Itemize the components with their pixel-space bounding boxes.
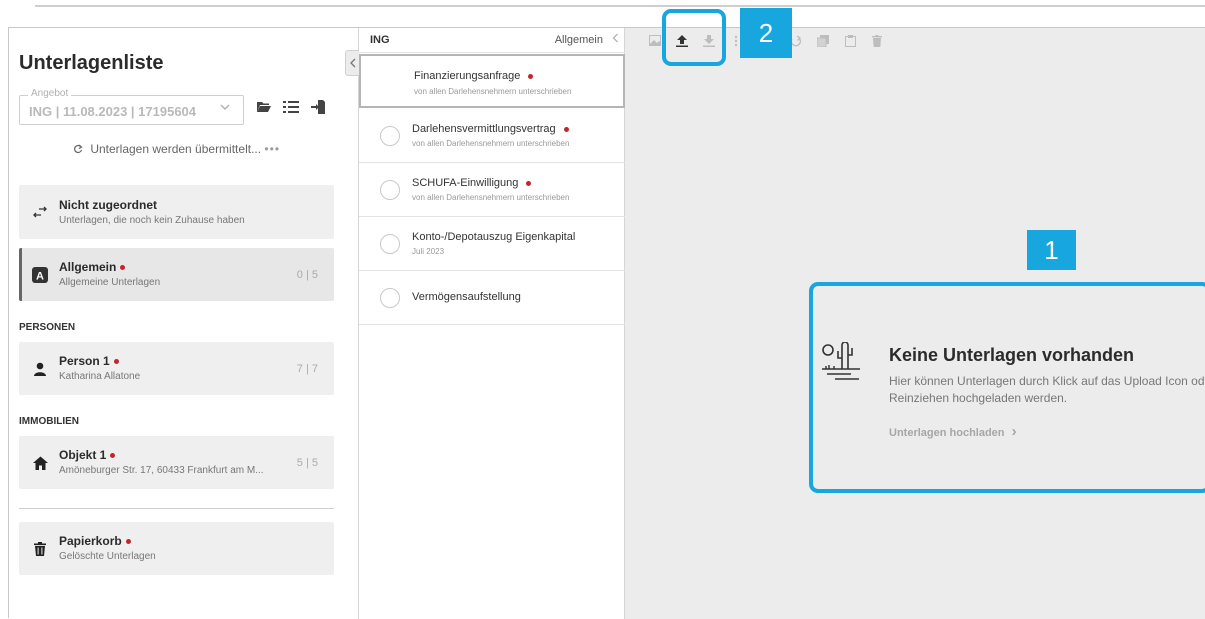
person-icon — [31, 360, 49, 378]
required-dot — [563, 126, 569, 132]
document-title: Finanzierungsanfrage — [414, 70, 534, 82]
top-divider — [35, 5, 1205, 7]
required-dot — [120, 265, 126, 271]
sidebar-item-title: Objekt 1 — [59, 448, 116, 462]
document-title: Vermögensaufstellung — [412, 291, 521, 303]
document-title: SCHUFA-Einwilligung — [412, 177, 532, 189]
sidebar-item-subtitle: Unterlagen, die noch kein Zuhause haben — [59, 215, 245, 226]
document-list: ING Allgemein Finanzierungsanfrage von a… — [359, 28, 625, 619]
sidebar-item-label: Person 1 — [59, 354, 110, 368]
sidebar-item-trash[interactable]: Papierkorb Gelöschte Unterlagen — [19, 522, 334, 575]
annotation-badge-1: 1 — [1027, 230, 1076, 270]
document-title: Konto-/Depotauszug Eigenkapital — [412, 231, 576, 243]
annotation-badge-2: 2 — [740, 8, 792, 58]
letter-a-icon: A — [31, 266, 49, 284]
offer-select-label: Angebot — [28, 88, 72, 99]
sidebar-item-subtitle: Katharina Allatone — [59, 371, 141, 382]
sidebar-item-unassigned[interactable]: Nicht zugeordnet Unterlagen, die noch ke… — [19, 185, 334, 239]
bank-name: ING — [370, 34, 390, 46]
collapse-list-button[interactable] — [612, 33, 619, 46]
upload-status: Unterlagen werden übermittelt... ••• — [9, 142, 344, 157]
sidebar-item-subtitle: Allgemeine Unterlagen — [59, 277, 161, 288]
export-document-icon[interactable] — [309, 98, 327, 116]
section-label-persons: PERSONEN — [19, 322, 76, 333]
document-list-header: ING Allgemein — [359, 28, 625, 53]
offer-actions — [255, 98, 327, 116]
document-checkbox[interactable] — [380, 179, 400, 200]
document-title-text: Finanzierungsanfrage — [414, 70, 521, 82]
sidebar-item-subtitle: Amöneburger Str. 17, 60433 Frankfurt am … — [59, 465, 264, 476]
sidebar-item-label: Papierkorb — [59, 534, 122, 548]
required-dot — [113, 359, 119, 365]
home-icon — [31, 454, 49, 472]
sidebar-item-title: Papierkorb — [59, 534, 131, 548]
document-item[interactable]: Vermögensaufstellung — [359, 271, 625, 325]
required-dot — [526, 180, 532, 186]
chevron-down-icon — [219, 100, 231, 116]
annotation-highlight-empty-state — [809, 282, 1205, 493]
chevron-left-icon — [612, 33, 618, 43]
list-icon[interactable] — [282, 98, 300, 116]
chevron-left-icon — [349, 58, 355, 68]
sidebar-item-subtitle: Gelöschte Unterlagen — [59, 551, 156, 562]
clipboard-icon[interactable] — [842, 33, 858, 49]
offer-select[interactable]: Angebot ING | 11.08.2023 | 17195604 — [19, 88, 244, 125]
collapse-sidebar-button[interactable] — [345, 50, 359, 76]
document-title-text: SCHUFA-Einwilligung — [412, 177, 519, 189]
copy-icon[interactable] — [815, 33, 831, 49]
document-subtitle: von allen Darlehensnehmern unterschriebe… — [412, 139, 570, 148]
document-checkbox[interactable] — [380, 233, 400, 254]
document-count: 7 | 7 — [296, 362, 318, 375]
sidebar-item-person[interactable]: Person 1 Katharina Allatone 7 | 7 — [19, 342, 334, 395]
swap-arrows-icon — [31, 203, 49, 221]
required-dot — [528, 73, 534, 79]
document-item[interactable]: Konto-/Depotauszug Eigenkapital Juli 202… — [359, 217, 625, 271]
document-checkbox[interactable] — [380, 287, 400, 308]
sidebar-item-general[interactable]: A Allgemein Allgemeine Unterlagen 0 | 5 — [19, 248, 334, 301]
document-count: 5 | 5 — [296, 456, 318, 469]
sidebar-item-label: Objekt 1 — [59, 448, 107, 462]
loading-dots: ••• — [264, 142, 281, 156]
sync-icon — [73, 143, 83, 157]
image-icon[interactable] — [647, 33, 663, 49]
document-checkbox[interactable] — [380, 125, 400, 146]
offer-select-value: ING | 11.08.2023 | 17195604 — [29, 104, 197, 119]
required-dot — [125, 539, 131, 545]
folder-open-icon[interactable] — [255, 98, 273, 116]
annotation-highlight-upload — [662, 9, 726, 66]
document-item[interactable]: Finanzierungsanfrage von allen Darlehens… — [359, 54, 625, 108]
sidebar: Unterlagenliste Angebot ING | 11.08.2023… — [9, 28, 359, 619]
document-item[interactable]: Darlehensvermittlungsvertrag von allen D… — [359, 109, 625, 163]
sidebar-item-title: Nicht zugeordnet — [59, 198, 157, 212]
trash-icon — [31, 540, 49, 558]
section-label-properties: IMMOBILIEN — [19, 416, 79, 427]
document-subtitle: von allen Darlehensnehmern unterschriebe… — [414, 87, 572, 96]
sidebar-divider — [19, 508, 334, 509]
document-subtitle: Juli 2023 — [412, 247, 445, 256]
category-name: Allgemein — [554, 34, 603, 46]
document-title-text: Darlehensvermittlungsvertrag — [412, 123, 556, 135]
document-item[interactable]: SCHUFA-Einwilligung von allen Darlehensn… — [359, 163, 625, 217]
page-title: Unterlagenliste — [19, 52, 164, 74]
sidebar-item-label: Allgemein — [59, 260, 117, 274]
sidebar-item-property[interactable]: Objekt 1 Amöneburger Str. 17, 60433 Fran… — [19, 436, 334, 489]
upload-status-text: Unterlagen werden übermittelt... — [90, 142, 262, 156]
document-count: 0 | 5 — [296, 268, 318, 281]
required-dot — [110, 453, 116, 459]
document-title: Darlehensvermittlungsvertrag — [412, 123, 569, 135]
delete-icon[interactable] — [869, 33, 885, 49]
sidebar-item-title: Person 1 — [59, 354, 119, 368]
sidebar-item-title: Allgemein — [59, 260, 126, 274]
document-subtitle: von allen Darlehensnehmern unterschriebe… — [412, 193, 570, 202]
svg-text:A: A — [36, 270, 44, 282]
